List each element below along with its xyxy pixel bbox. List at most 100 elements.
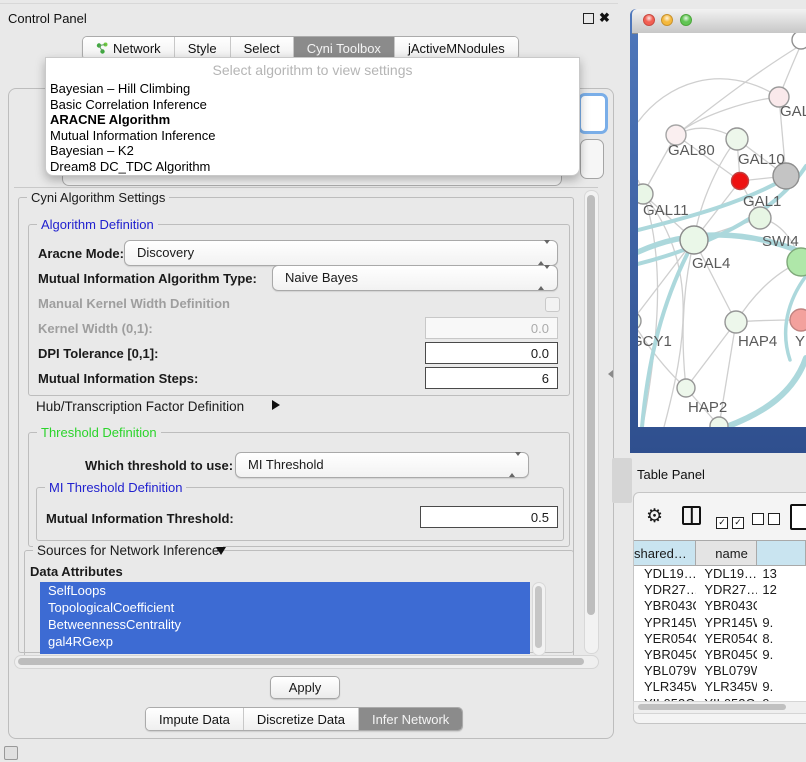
column-header-name[interactable]: name: [696, 540, 757, 566]
table-cell: YER054C: [696, 631, 757, 647]
hub-expand-arrow-icon[interactable]: [272, 400, 280, 410]
new-table-page-icon[interactable]: [790, 504, 806, 530]
table-row[interactable]: YBR045CYBR045C9.: [634, 647, 806, 663]
hub-definition-label[interactable]: Hub/Transcription Factor Definition: [36, 399, 244, 414]
tab-jactivemnodules[interactable]: jActiveMNodules: [394, 37, 518, 59]
manual-kernel-checkbox[interactable]: [545, 297, 560, 312]
node-label-swi4: SWI4: [762, 233, 799, 250]
table-cell: YLR345W: [696, 679, 757, 695]
apply-button[interactable]: Apply: [270, 676, 340, 699]
data-attributes-list[interactable]: SelfLoopsTopologicalCoefficientBetweenne…: [40, 582, 530, 654]
mi-type-select[interactable]: Naive Bayes: [272, 265, 558, 291]
tab-network[interactable]: Network: [83, 37, 174, 59]
node-label-gal: GAL: [780, 103, 806, 120]
network-node-red[interactable]: [732, 173, 749, 190]
table-body[interactable]: YDL19…YDL19…13YDR27…YDR27…12YBR043CYBR04…: [634, 566, 806, 701]
table-row[interactable]: YBR043CYBR043C: [634, 598, 806, 614]
tab-style[interactable]: Style: [174, 37, 230, 59]
table-cell: YPR145W: [696, 615, 757, 631]
table-cell: YBR045C: [696, 647, 757, 663]
column-header-col2[interactable]: [757, 540, 806, 566]
algorithm-option-bayesian-k2[interactable]: Bayesian – K2: [46, 143, 579, 159]
close-traffic-light-icon[interactable]: [643, 14, 655, 26]
table-cell: YBL079W: [634, 663, 696, 679]
collapsed-panel-icon[interactable]: [4, 746, 18, 760]
bottom-tab-bar: Impute DataDiscretize Data Infer Network: [145, 707, 463, 731]
node-label-hap2: HAP2: [688, 399, 727, 416]
table-cell: 9.: [757, 615, 806, 631]
which-threshold-select[interactable]: MI Threshold: [235, 452, 529, 478]
mi-threshold-definition-title: MI Threshold Definition: [45, 480, 186, 495]
table-cell: YLR345W: [634, 679, 696, 695]
network-node-gal11[interactable]: [638, 184, 653, 204]
select-all-checkboxes-icon[interactable]: ✓✓: [716, 512, 744, 530]
attribute-item-betweennesscentrality[interactable]: BetweennessCentrality: [40, 616, 530, 633]
dpi-tolerance-field[interactable]: 0.0: [425, 342, 558, 364]
network-window-titlebar[interactable]: [632, 9, 806, 34]
tab-select[interactable]: Select: [230, 37, 293, 59]
network-node-gal1[interactable]: [749, 207, 771, 229]
table-row[interactable]: YDR27…YDR27…12: [634, 582, 806, 598]
node-label-y: Y: [795, 333, 805, 350]
algorithm-option-bayesian-hill-climbing[interactable]: Bayesian – Hill Climbing: [46, 81, 579, 97]
stepper-icon: [538, 269, 550, 287]
tab-impute-data[interactable]: Impute Data: [146, 708, 243, 730]
deselect-all-checkboxes-icon[interactable]: [752, 512, 780, 530]
network-node-gal4[interactable]: [680, 226, 708, 254]
splitter-handle[interactable]: [612, 458, 632, 503]
table-cell: YBR045C: [634, 647, 696, 663]
network-node-gal10[interactable]: [726, 128, 748, 150]
tab-discretize-data[interactable]: Discretize Data: [243, 708, 358, 730]
settings-vertical-scrollbar[interactable]: [584, 190, 599, 654]
mi-threshold-field[interactable]: 0.5: [420, 506, 558, 528]
table-row[interactable]: YLR345WYLR345W9.: [634, 679, 806, 695]
algorithm-option-basic-correlation-inference[interactable]: Basic Correlation Inference: [46, 97, 579, 113]
table-cell: YER054C: [634, 631, 696, 647]
which-threshold-label: Which threshold to use:: [85, 458, 233, 473]
attribute-item-selfloops[interactable]: SelfLoops: [40, 582, 530, 599]
table-row[interactable]: YPR145WYPR145W9.: [634, 615, 806, 631]
column-layout-icon[interactable]: [682, 506, 701, 525]
network-node-hap4[interactable]: [725, 311, 747, 333]
attribute-item-gal4rgexp[interactable]: gal4RGexp: [40, 633, 530, 650]
table-header-row[interactable]: shared…name: [634, 540, 806, 566]
algorithm-option-mutual-information-inference[interactable]: Mutual Information Inference: [46, 128, 579, 144]
mi-steps-label: Mutual Information Steps:: [38, 371, 198, 386]
table-cell: 9.: [757, 679, 806, 695]
network-canvas[interactable]: GALGAL80GAL10GAL1GAL11GAL4SWI4GCY1HAP4YH…: [638, 33, 806, 427]
table-cell: YDL19…: [696, 566, 757, 582]
kernel-width-field[interactable]: 0.0: [425, 317, 558, 339]
network-node-salmon[interactable]: [790, 309, 806, 331]
window-top-edge: [0, 3, 618, 4]
aracne-mode-select[interactable]: Discovery: [124, 240, 558, 266]
settings-horizontal-scrollbar[interactable]: [14, 655, 599, 669]
float-panel-icon[interactable]: [583, 13, 594, 24]
close-panel-icon[interactable]: ✖: [599, 12, 610, 24]
table-row[interactable]: YDL19…YDL19…13: [634, 566, 806, 582]
network-node-top-partial[interactable]: [792, 33, 806, 49]
splitter-collapse-arrow-icon[interactable]: [608, 370, 613, 378]
tab-infer-network[interactable]: Infer Network: [358, 708, 462, 730]
sources-title: Sources for Network Inference: [33, 543, 223, 558]
table-cell: 9.: [757, 647, 806, 663]
algorithm-option-dream8-dc-tdc-algorithm[interactable]: Dream8 DC_TDC Algorithm: [46, 159, 579, 175]
attribute-item-topologicalcoefficient[interactable]: TopologicalCoefficient: [40, 599, 530, 616]
table-cell: YBR043C: [634, 598, 696, 614]
table-row[interactable]: YER054CYER054C8.: [634, 631, 806, 647]
attributes-list-scrollbar[interactable]: [532, 582, 546, 656]
table-settings-gear-icon[interactable]: ⚙: [646, 507, 663, 527]
stepper-icon: [509, 456, 521, 474]
tab-cyni-toolbox[interactable]: Cyni Toolbox: [293, 37, 394, 59]
tab-label: Infer Network: [372, 712, 449, 727]
table-cell: 13: [757, 566, 806, 582]
table-cell: YBL079W: [696, 663, 757, 679]
column-header-shared[interactable]: shared…: [634, 540, 696, 566]
table-row[interactable]: YBL079WYBL079W: [634, 663, 806, 679]
network-node-hap2[interactable]: [677, 379, 695, 397]
algorithm-option-aracne-algorithm[interactable]: ARACNE Algorithm: [46, 112, 579, 128]
mi-steps-field[interactable]: 6: [425, 367, 558, 389]
minimize-traffic-light-icon[interactable]: [661, 14, 673, 26]
table-horizontal-scrollbar[interactable]: [633, 701, 806, 714]
zoom-traffic-light-icon[interactable]: [680, 14, 692, 26]
sources-collapse-arrow-icon[interactable]: [216, 547, 226, 555]
